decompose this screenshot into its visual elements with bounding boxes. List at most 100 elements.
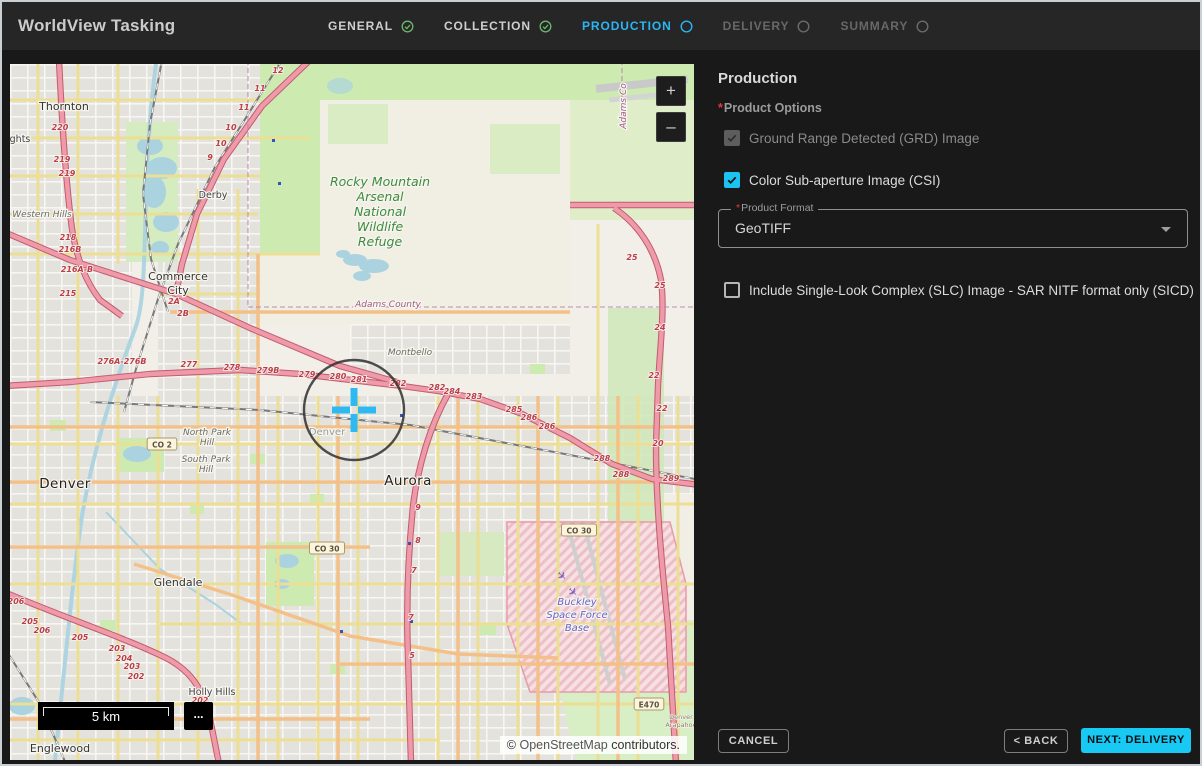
exit-number-label: 8	[415, 536, 421, 545]
tab-collection[interactable]: COLLECTION	[444, 19, 552, 33]
exit-number-label: 277	[181, 360, 198, 369]
tab-delivery-label: DELIVERY	[722, 19, 790, 33]
worldview-tasking-window: WorldView Tasking GENERAL COLLECTION PRO…	[0, 0, 1202, 766]
exit-number-label: 7	[408, 613, 414, 622]
zoom-in-button[interactable]: +	[656, 76, 686, 106]
map-canvas[interactable]: Thornton ghts Western Hills Derby Commerce Ci…	[10, 64, 694, 760]
map-label-adams-county: Adams County	[354, 300, 421, 310]
exit-number-label: 2B	[177, 309, 189, 318]
exit-number-label: 205	[22, 617, 39, 626]
tab-general[interactable]: GENERAL	[328, 19, 414, 33]
exit-number-label: 220	[52, 123, 69, 132]
exit-number-label: 206	[34, 626, 51, 635]
circle-outline-icon	[916, 19, 929, 33]
tab-summary[interactable]: SUMMARY	[840, 19, 929, 33]
map-label-aurora: Aurora	[384, 473, 432, 489]
exit-number-label: 279B	[257, 366, 280, 375]
csi-checkbox-label: Color Sub-aperture Image (CSI)	[749, 172, 941, 188]
product-format-select[interactable]: *Product Format GeoTIFF	[718, 202, 1188, 248]
header-bar: WorldView Tasking GENERAL COLLECTION PRO…	[2, 2, 1200, 50]
exit-number-label: 288	[594, 454, 611, 463]
required-asterisk: *	[718, 101, 723, 115]
openstreetmap-basemap: Thornton ghts Western Hills Derby CommerceCi…	[10, 64, 694, 760]
exit-number-label: 203	[109, 644, 126, 653]
exit-number-label: 219	[59, 169, 76, 178]
csi-image-option[interactable]: Color Sub-aperture Image (CSI)	[724, 172, 940, 188]
exit-number-label: 12	[272, 66, 284, 75]
exit-number-label: 286	[539, 422, 556, 431]
tab-production[interactable]: PRODUCTION	[582, 19, 693, 33]
circle-outline-icon	[680, 19, 693, 33]
map-more-button[interactable]: ...	[184, 702, 213, 730]
map-label-south-park: South Park	[182, 455, 232, 465]
next-delivery-button[interactable]: NEXT: DELIVERY	[1081, 728, 1191, 753]
grd-checkbox	[724, 130, 740, 146]
map-label-denver: Denver	[309, 427, 346, 438]
exit-number-label: 9	[415, 503, 421, 512]
exit-number-label: 284	[444, 387, 461, 396]
route-shield-e470: E470	[633, 697, 665, 711]
grd-checkbox-label: Ground Range Detected (GRD) Image	[749, 130, 980, 146]
csi-checkbox[interactable]	[724, 172, 740, 188]
exit-number-label: 25	[654, 281, 666, 290]
cancel-button[interactable]: CANCEL	[718, 729, 789, 753]
exit-number-label: 289	[663, 474, 680, 483]
exit-number-label: 280	[330, 372, 347, 381]
tab-general-label: GENERAL	[328, 19, 393, 33]
exit-number-label: 10	[225, 123, 237, 132]
exit-number-label: 218	[60, 233, 77, 242]
map-label-national: National	[354, 204, 407, 219]
tab-production-label: PRODUCTION	[581, 19, 672, 33]
tab-summary-label: SUMMARY	[840, 19, 909, 33]
svg-text:CO 30: CO 30	[567, 527, 592, 536]
map-label-adams-co: Adams Co	[619, 83, 629, 130]
map-label-derby: Derby	[199, 190, 228, 201]
product-options-label: *Product Options	[718, 101, 822, 115]
map-attribution: © OpenStreetMap contributors.	[499, 736, 687, 754]
exit-number-label: 202	[128, 672, 145, 681]
map-label-city: City	[167, 284, 189, 297]
exit-number-label: 5	[409, 651, 415, 660]
exit-number-label: 283	[466, 392, 483, 401]
exit-number-label: 286	[521, 413, 538, 422]
zoom-out-button[interactable]: –	[656, 112, 686, 142]
exit-number-label: 25	[626, 253, 638, 262]
wizard-stepper: GENERAL COLLECTION PRODUCTION DELIVERY S…	[328, 2, 929, 50]
slc-checkbox-label: Include Single-Look Complex (SLC) Image …	[749, 282, 1194, 298]
map-label-north-park: North Park	[183, 428, 232, 438]
map-label-commerce: Commerce	[148, 270, 208, 283]
exit-number-label: 203	[124, 662, 141, 671]
slc-checkbox[interactable]	[724, 282, 740, 298]
map-label-buckley: Buckley	[557, 597, 597, 608]
exit-number-label: 206	[10, 597, 25, 606]
svg-text:CO 30: CO 30	[315, 545, 340, 554]
map-label-arsenal: Arsenal	[356, 189, 404, 204]
grd-image-option: Ground Range Detected (GRD) Image	[724, 130, 979, 146]
route-shield-co-30: CO 30	[309, 541, 345, 555]
exit-number-label: 216B	[59, 245, 82, 254]
exit-number-label: 279	[299, 370, 316, 379]
app-title: WorldView Tasking	[18, 16, 176, 35]
map-label-wildlife: Wildlife	[357, 219, 404, 234]
chevron-down-icon	[1161, 227, 1171, 232]
exit-number-label: 10	[215, 139, 227, 148]
exit-number-label: 216A-B	[61, 265, 93, 274]
openstreetmap-link[interactable]: OpenStreetMap	[519, 738, 607, 752]
exit-number-label: 7	[411, 566, 417, 575]
map-label-ghts: ghts	[10, 134, 30, 145]
back-button[interactable]: < BACK	[1004, 729, 1068, 753]
tab-delivery[interactable]: DELIVERY	[723, 19, 811, 33]
exit-number-label: 205	[72, 633, 89, 642]
map-scale-bar: 5 km	[38, 702, 174, 730]
map-label-thornton: Thornton	[38, 100, 89, 113]
exit-number-label: 2A	[168, 297, 180, 306]
slc-image-option[interactable]: Include Single-Look Complex (SLC) Image …	[724, 282, 1194, 298]
map-label-montbello: Montbello	[388, 348, 433, 358]
exit-number-label: 20	[652, 439, 664, 448]
exit-number-label: 22	[656, 404, 668, 413]
map-label-hill: Hill	[199, 465, 214, 475]
exit-number-label: 219	[54, 155, 71, 164]
map-label-denver: Denver	[669, 713, 693, 721]
exit-number-label: 24	[654, 323, 666, 332]
map-label-arapahoe: Arapahoe	[665, 721, 694, 729]
